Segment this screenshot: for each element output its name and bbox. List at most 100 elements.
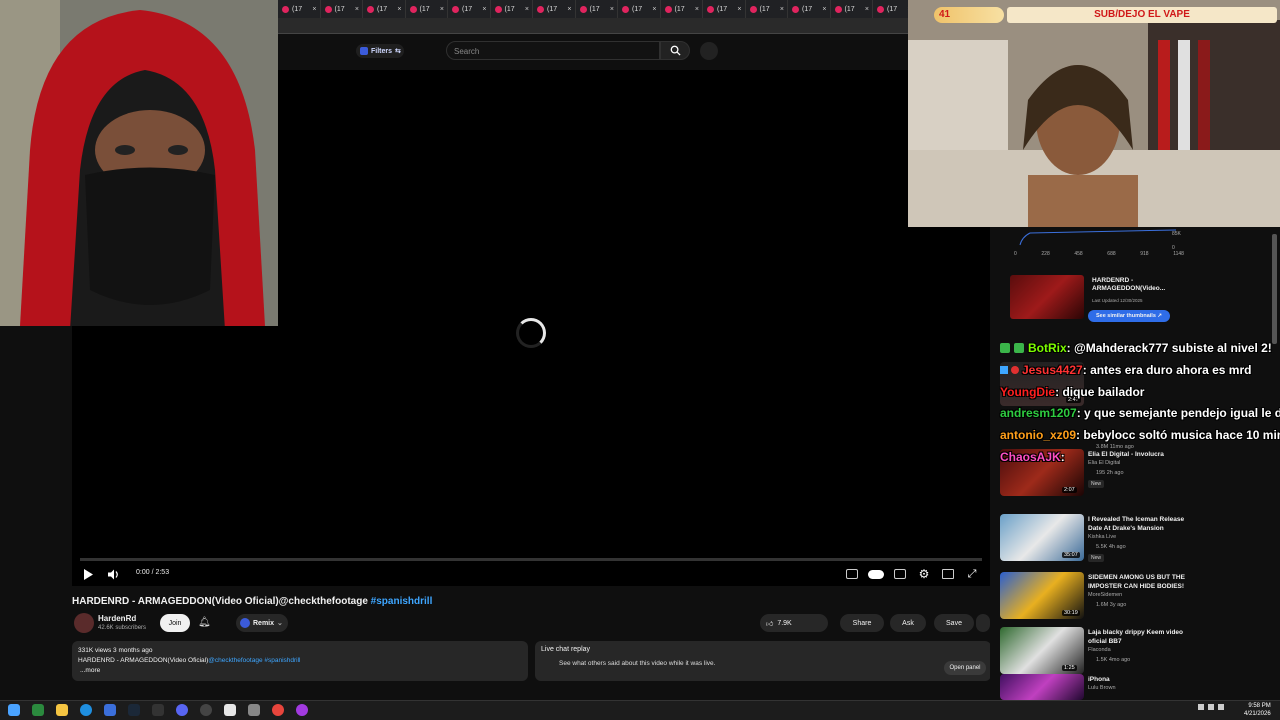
open-panel-button[interactable]: Open panel (944, 661, 986, 675)
browser-tab[interactable]: (17× (703, 0, 746, 18)
file-explorer-icon[interactable] (56, 704, 68, 716)
suggestion-title[interactable]: SIDEMEN AMONG US BUT THE IMPOSTER CAN HI… (1088, 573, 1198, 591)
browser-tab[interactable]: (17× (406, 0, 448, 18)
steam-icon[interactable] (128, 704, 140, 716)
browser-tab[interactable]: (17× (363, 0, 406, 18)
filters-button[interactable]: Filters ⇆ (356, 44, 404, 58)
close-icon[interactable]: × (397, 6, 401, 13)
remix-icon (240, 618, 250, 628)
close-icon[interactable]: × (652, 6, 656, 13)
description-more[interactable]: ...more (78, 666, 522, 676)
browser-tab[interactable]: (17× (576, 0, 618, 18)
close-icon[interactable]: × (312, 6, 316, 13)
browser-tab[interactable]: (17× (788, 0, 831, 18)
more-actions-button[interactable] (976, 614, 990, 632)
volume-button[interactable] (107, 568, 121, 580)
suggestion-channel[interactable]: MoreSidemen (1088, 592, 1122, 598)
taskbar-app-icon[interactable] (104, 704, 116, 716)
close-icon[interactable]: × (822, 6, 826, 13)
close-icon[interactable]: × (567, 6, 571, 13)
browser-tab[interactable]: (17× (491, 0, 533, 18)
chat-username[interactable]: antonio_xz09 (1000, 428, 1076, 442)
taskbar-app-icon[interactable] (152, 704, 164, 716)
channel-avatar[interactable] (74, 613, 94, 633)
browser-tab[interactable]: (17× (618, 0, 661, 18)
taskbar-app-icon[interactable] (296, 704, 308, 716)
browser-tab[interactable]: (17× (448, 0, 491, 18)
notification-bell-icon[interactable]: 🔔︎ (198, 617, 211, 628)
tray-icon[interactable] (1208, 704, 1214, 710)
close-icon[interactable]: × (525, 6, 529, 13)
sliders-icon: ⇆ (395, 48, 401, 55)
close-icon[interactable]: × (610, 6, 614, 13)
chat-username[interactable]: YoungDie (1000, 385, 1055, 399)
close-icon[interactable]: × (865, 6, 869, 13)
captions-icon[interactable] (894, 569, 906, 579)
browser-tab[interactable]: (17 × (533, 0, 576, 18)
suggestion-channel[interactable]: Flaconda (1088, 647, 1111, 653)
chat-username[interactable]: andresm1207 (1000, 406, 1077, 420)
start-menu-icon[interactable] (8, 704, 20, 716)
theater-mode-icon[interactable] (942, 569, 954, 579)
ask-button[interactable]: Ask (890, 614, 926, 632)
tray-icon[interactable] (1218, 704, 1224, 710)
discord-icon[interactable] (176, 704, 188, 716)
sidebar-scrollbar[interactable] (1272, 234, 1277, 344)
video-hashtag[interactable]: #spanishdrill (371, 596, 433, 607)
suggestion-thumbnail[interactable] (1000, 674, 1084, 700)
browser-tab[interactable]: (17× (321, 0, 363, 18)
save-button[interactable]: Save (934, 614, 974, 632)
play-button[interactable] (82, 568, 94, 580)
tab-title: (17 (547, 5, 558, 13)
close-icon[interactable]: × (440, 6, 444, 13)
miniplayer-icon[interactable] (846, 569, 858, 579)
channel-name[interactable]: HardenRd (98, 614, 136, 623)
similar-thumbnails-button[interactable]: See similar thumbnails ↗ (1088, 310, 1170, 322)
suggestion-channel[interactable]: Elia El Digital (1088, 460, 1120, 466)
close-icon[interactable]: × (695, 6, 699, 13)
chat-username[interactable]: ChaosAJK (1000, 450, 1061, 464)
join-button[interactable]: Join (160, 614, 190, 632)
suggestion-title[interactable]: iPhona (1088, 675, 1198, 684)
browser-tab-strip: (17 × (17 × (17 × (17 × (17 × (17 × (17 × (17 × (17 × (17 ×… (278, 0, 908, 18)
suggestion-title[interactable]: I Revealed The Iceman Release Date At Dr… (1088, 515, 1198, 533)
suggestion-title[interactable]: Elia El Digital - Involucra (1088, 450, 1198, 459)
settings-gear-icon[interactable]: ⚙ (917, 567, 931, 581)
promo-thumbnail[interactable] (1010, 275, 1084, 319)
voice-search-button[interactable] (700, 42, 718, 60)
obs-icon[interactable] (200, 704, 212, 716)
search-input[interactable]: Search (446, 41, 660, 60)
close-icon[interactable]: × (737, 6, 741, 13)
progress-bar[interactable] (80, 558, 982, 561)
chrome-icon[interactable] (272, 704, 284, 716)
remix-button[interactable]: Remix ⌄ (236, 614, 288, 632)
close-icon[interactable]: × (780, 6, 784, 13)
browser-address-bar[interactable] (278, 18, 908, 34)
system-tray[interactable] (1198, 704, 1238, 714)
autoplay-toggle[interactable] (868, 570, 884, 579)
suggestion-channel[interactable]: Lulu Brown (1088, 685, 1116, 691)
taskbar-app-icon[interactable] (32, 704, 44, 716)
browser-tab[interactable]: (17× (746, 0, 788, 18)
tray-icon[interactable] (1198, 704, 1204, 710)
like-button[interactable]: 👍︎ 7.9K (760, 614, 828, 632)
browser-tab[interactable]: (17× (873, 0, 908, 18)
browser-tab[interactable]: (17× (278, 0, 321, 18)
chat-username[interactable]: Jesus4427 (1022, 363, 1083, 377)
calendar-icon[interactable] (224, 704, 236, 716)
close-icon[interactable]: × (355, 6, 359, 13)
search-button[interactable] (660, 41, 690, 60)
browser-tab[interactable]: (17× (831, 0, 873, 18)
close-icon[interactable]: × (482, 6, 486, 13)
suggestion-title[interactable]: Laja blacky drippy Keem video oficial BB… (1088, 628, 1198, 646)
edge-icon[interactable] (80, 704, 92, 716)
suggestion-channel[interactable]: Kishka Live (1088, 534, 1116, 540)
description-link[interactable]: @checkthefootage #spanishdrill (208, 657, 300, 664)
share-button[interactable]: Share (840, 614, 884, 632)
chat-username[interactable]: BotRix (1028, 341, 1067, 355)
fullscreen-icon[interactable]: ⤢ (965, 567, 979, 581)
description-box[interactable]: 331K views 3 months ago HARDENRD - ARMAG… (72, 641, 528, 681)
taskbar-app-icon[interactable] (248, 704, 260, 716)
streamer-webcam-right (908, 0, 1280, 227)
browser-tab[interactable]: (17× (661, 0, 703, 18)
